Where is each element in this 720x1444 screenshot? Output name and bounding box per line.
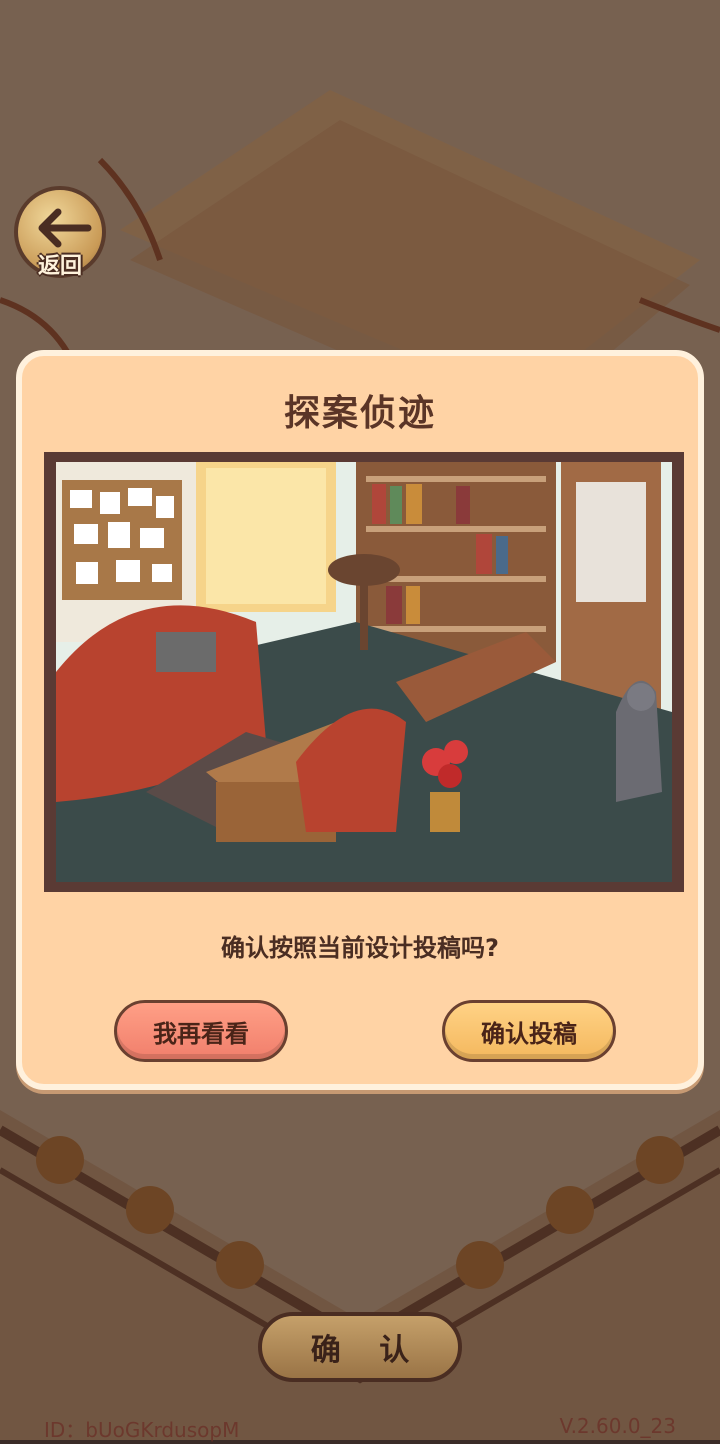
cancel-button[interactable]: 我再看看 (114, 1000, 288, 1062)
dialog-question: 确认按照当前设计投稿吗? (221, 934, 499, 962)
bottom-confirm-button[interactable]: 确 认 (258, 1312, 462, 1382)
confirm-submit-button[interactable]: 确认投稿 (442, 1000, 616, 1062)
back-button[interactable]: 返回 (14, 186, 106, 279)
version-label: V.2.60.0_23 (559, 1414, 676, 1438)
design-preview-image (56, 462, 672, 882)
user-id-label: ID：bUoGKrdusopM (44, 1418, 240, 1442)
design-preview-frame (44, 452, 684, 892)
back-arrow-icon (38, 208, 92, 248)
back-label: 返回 (37, 254, 82, 279)
dialog-title: 探案侦迹 (283, 393, 436, 434)
submit-dialog: 探案侦迹 确认按照当前设计投稿吗? 我再看看 确认投稿 (16, 350, 704, 1090)
